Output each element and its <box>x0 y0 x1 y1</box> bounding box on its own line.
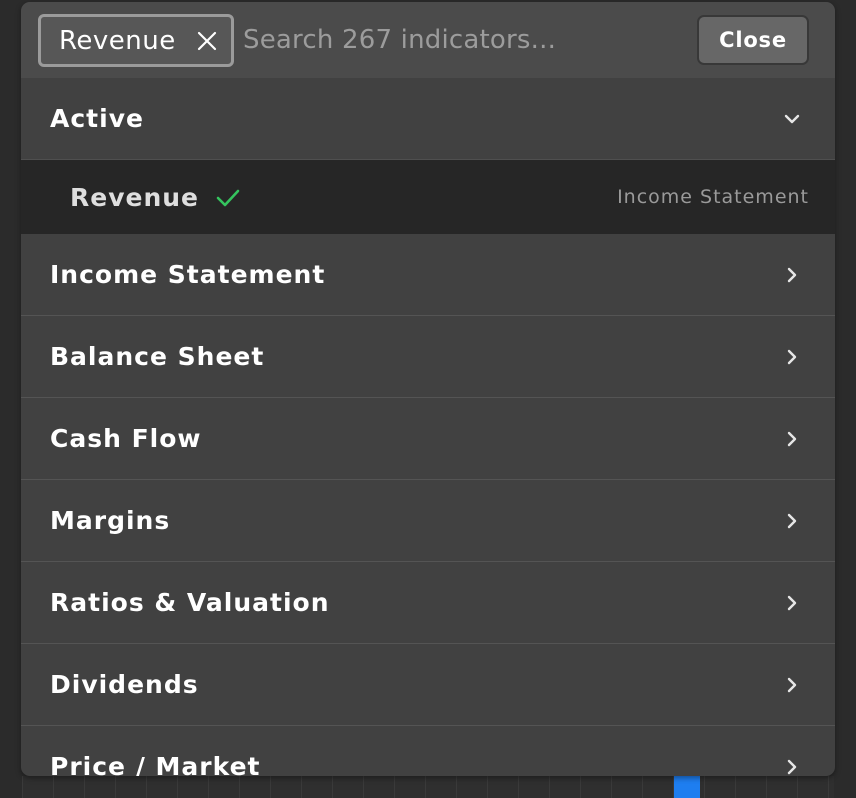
category-item-balance-sheet[interactable]: Balance Sheet <box>21 316 835 398</box>
category-label: Dividends <box>50 670 199 699</box>
indicator-picker-panel: Revenue Close Active Revenue Income Stat… <box>21 2 835 776</box>
close-icon[interactable] <box>197 31 217 51</box>
checkmark-icon <box>215 184 241 210</box>
section-title: Active <box>50 104 144 133</box>
chevron-down-icon <box>783 110 801 128</box>
active-indicator-name: Revenue <box>70 182 200 212</box>
category-label: Income Statement <box>50 260 326 289</box>
category-label: Balance Sheet <box>50 342 265 371</box>
chevron-right-icon <box>783 758 801 776</box>
search-input[interactable] <box>243 18 683 62</box>
close-button[interactable]: Close <box>697 15 809 65</box>
chip-label: Revenue <box>59 25 176 56</box>
section-header-active[interactable]: Active <box>21 78 835 160</box>
category-list: Income Statement Balance Sheet Cash Flow… <box>21 234 835 776</box>
category-label: Margins <box>50 506 171 535</box>
category-item-income-statement[interactable]: Income Statement <box>21 234 835 316</box>
background-highlight-cell <box>674 776 700 798</box>
search-bar: Revenue Close <box>21 2 835 78</box>
chevron-right-icon <box>783 266 801 284</box>
chevron-right-icon <box>783 348 801 366</box>
category-label: Ratios & Valuation <box>50 588 330 617</box>
chevron-right-icon <box>783 512 801 530</box>
category-label: Cash Flow <box>50 424 202 453</box>
category-item-margins[interactable]: Margins <box>21 480 835 562</box>
category-item-cash-flow[interactable]: Cash Flow <box>21 398 835 480</box>
background-grid <box>22 776 834 798</box>
category-item-dividends[interactable]: Dividends <box>21 644 835 726</box>
selected-indicator-chip[interactable]: Revenue <box>38 14 234 67</box>
category-item-price-market[interactable]: Price / Market <box>21 726 835 776</box>
category-label: Price / Market <box>50 752 261 776</box>
chevron-right-icon <box>783 430 801 448</box>
chevron-right-icon <box>783 594 801 612</box>
chevron-right-icon <box>783 676 801 694</box>
active-indicator-revenue[interactable]: Revenue Income Statement <box>21 160 835 234</box>
active-indicator-category: Income Statement <box>617 186 809 208</box>
category-item-ratios-valuation[interactable]: Ratios & Valuation <box>21 562 835 644</box>
